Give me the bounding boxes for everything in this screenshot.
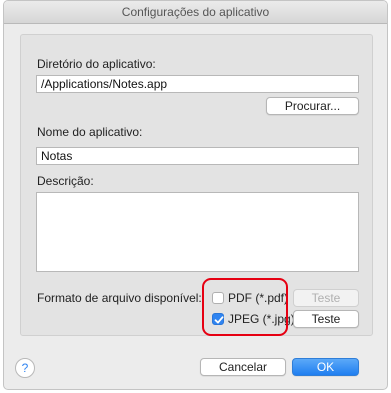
dialog-title: Configurações do aplicativo: [4, 1, 387, 24]
app-directory-input[interactable]: [36, 75, 359, 93]
app-settings-dialog: Configurações do aplicativo Diretório do…: [3, 0, 388, 390]
description-textarea[interactable]: [36, 192, 359, 272]
jpeg-checkbox[interactable]: [212, 313, 224, 325]
cancel-button[interactable]: Cancelar: [200, 358, 286, 376]
file-format-label: Formato de arquivo disponível:: [37, 291, 202, 305]
settings-panel: Diretório do aplicativo: Procurar... Nom…: [20, 34, 373, 336]
ok-button[interactable]: OK: [292, 358, 359, 376]
jpeg-format-label: JPEG (*.jpg): [228, 312, 295, 326]
pdf-checkbox[interactable]: [212, 292, 224, 304]
pdf-test-button[interactable]: Teste: [293, 289, 359, 307]
help-icon[interactable]: ?: [15, 358, 35, 378]
jpeg-test-button[interactable]: Teste: [293, 310, 359, 328]
browse-button[interactable]: Procurar...: [266, 97, 359, 115]
app-name-label: Nome do aplicativo:: [37, 125, 143, 139]
app-directory-label: Diretório do aplicativo:: [37, 57, 156, 71]
pdf-format-label: PDF (*.pdf): [228, 291, 289, 305]
app-name-input[interactable]: [36, 147, 359, 165]
checkmark-icon: [214, 316, 224, 324]
description-label: Descrição:: [37, 174, 94, 188]
